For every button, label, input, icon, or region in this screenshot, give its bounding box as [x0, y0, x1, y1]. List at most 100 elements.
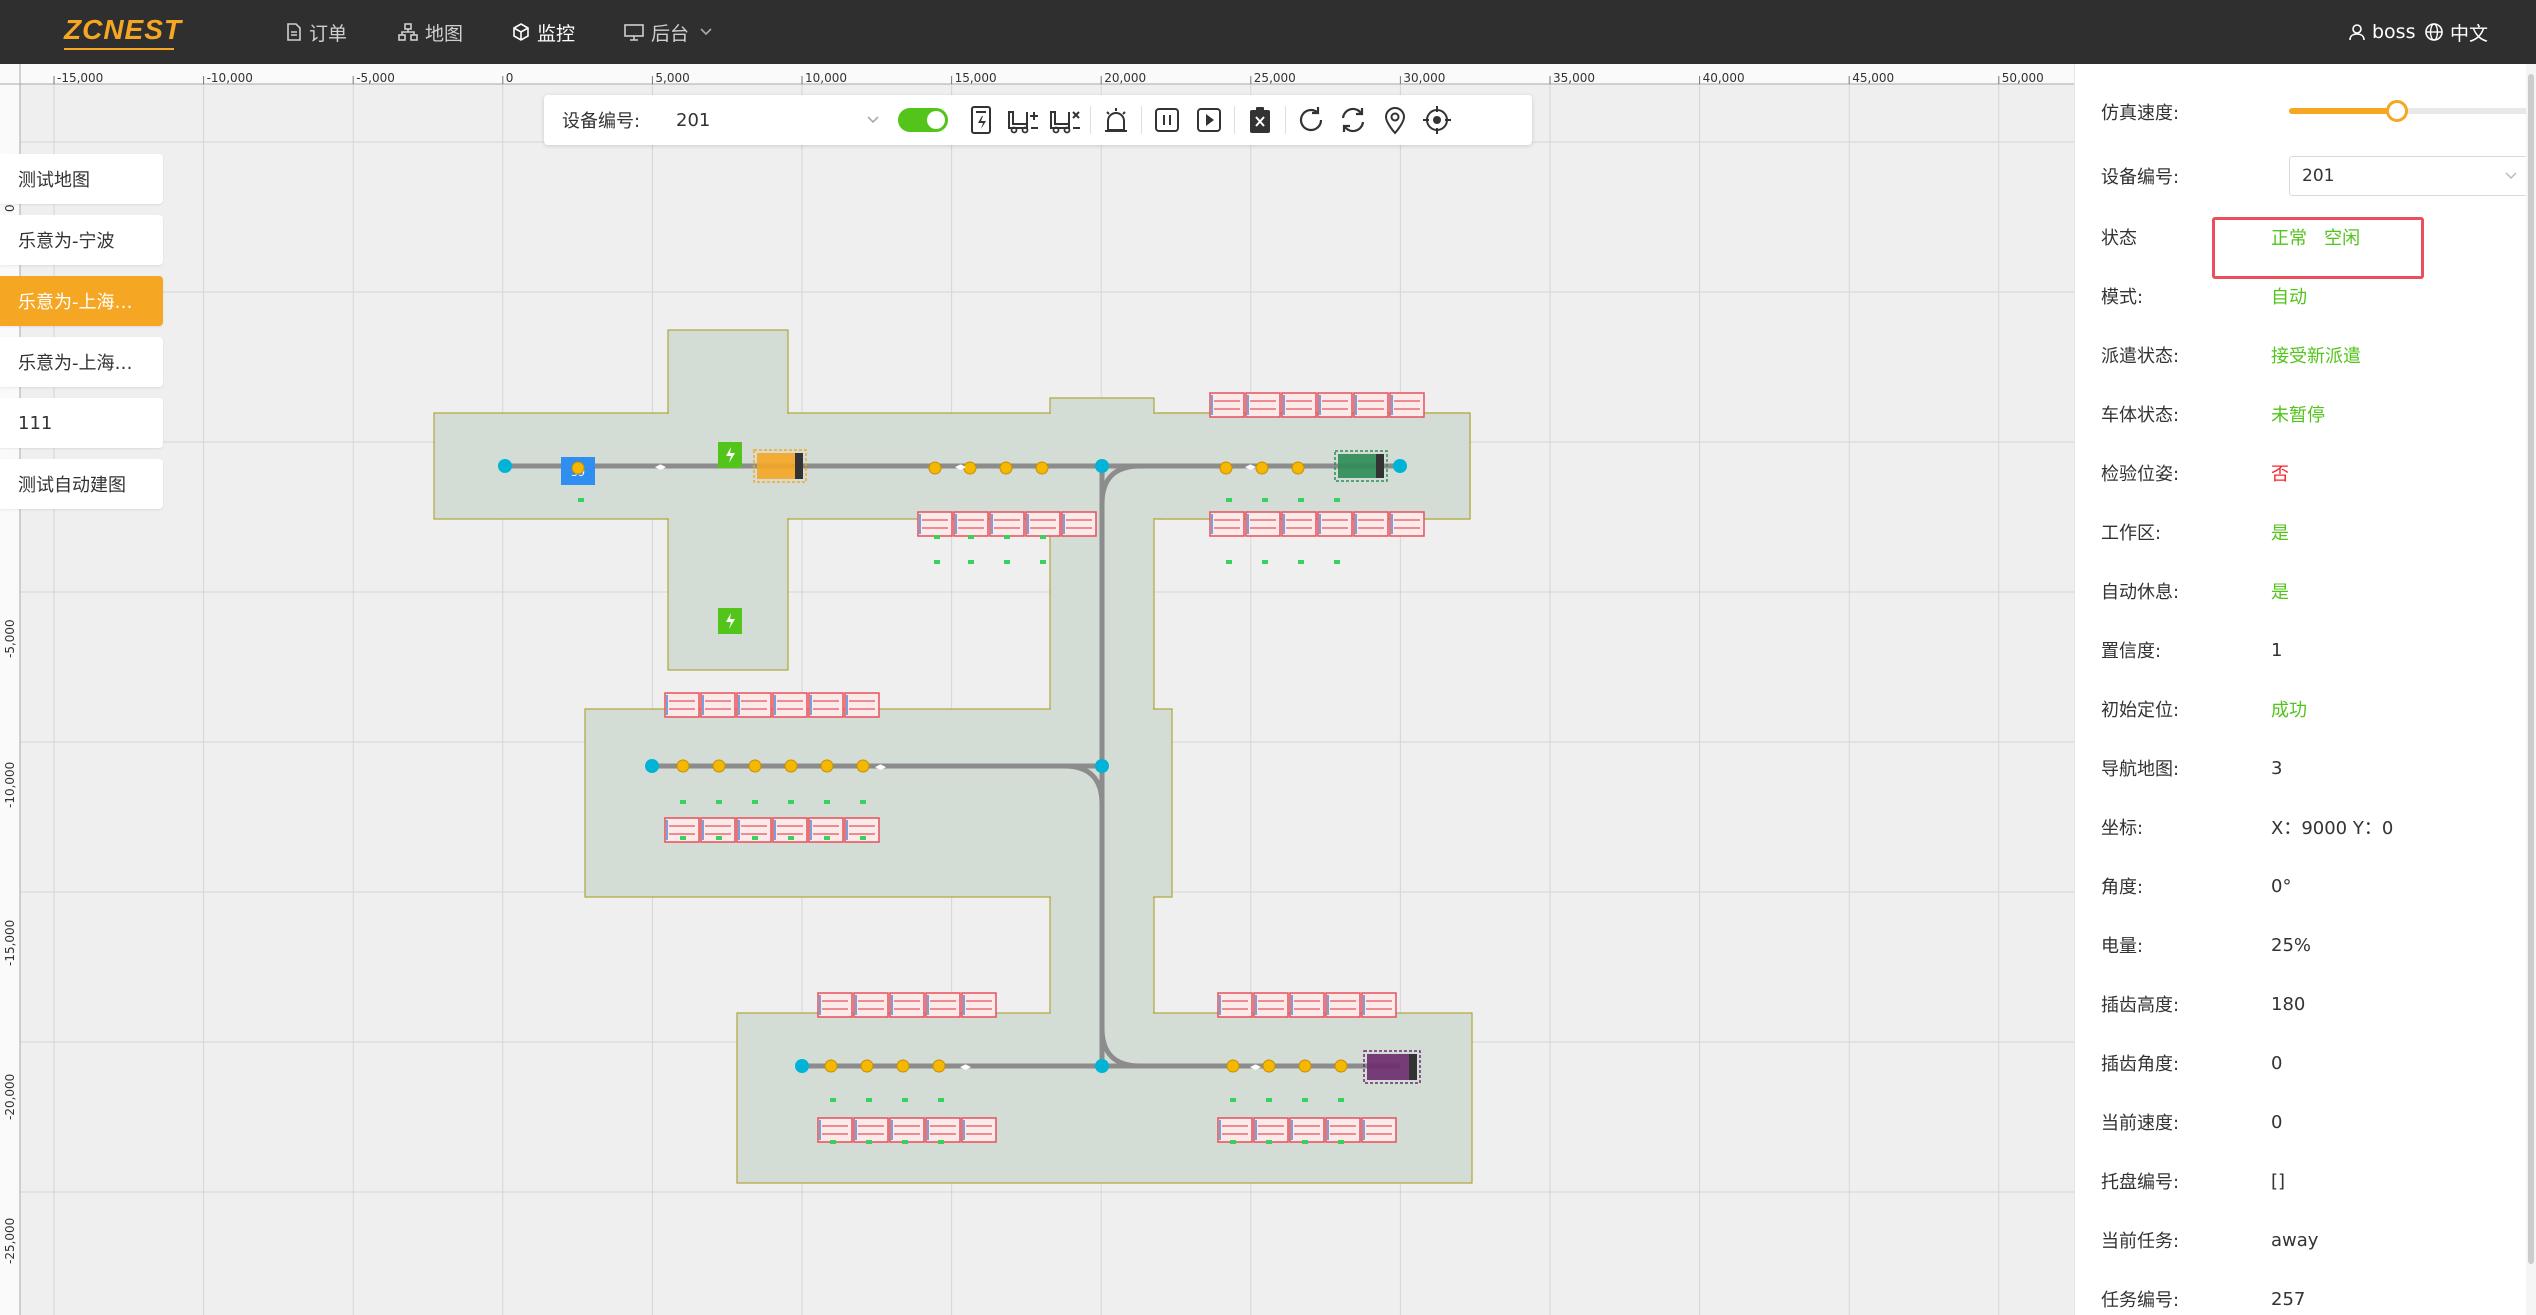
rack-cell: [853, 1117, 889, 1143]
fork-angle-value: 0: [2271, 1052, 2283, 1074]
redo-button[interactable]: [1290, 98, 1332, 142]
x-tick-label: 50,000: [2002, 71, 2044, 85]
initial-location-value: 成功: [2271, 700, 2307, 721]
pick-marker: [934, 560, 940, 564]
rack-cell: [1209, 392, 1245, 418]
nav-map-label: 导航地图:: [2101, 759, 2180, 780]
map-item-shanghai-2[interactable]: 乐意为-上海二…: [0, 337, 163, 387]
rack-cell: [1253, 992, 1289, 1018]
task-number-value: 257: [2271, 1288, 2306, 1310]
fork-height-label: 插齿高度:: [2101, 995, 2180, 1016]
pick-marker: [1338, 1098, 1344, 1102]
charging-station: [718, 442, 742, 468]
rack-cell: [1317, 392, 1353, 418]
rack-cell: [664, 692, 700, 718]
globe-icon: [2425, 23, 2443, 41]
device-select[interactable]: 201: [670, 103, 890, 137]
sim-speed-handle[interactable]: [2386, 100, 2409, 122]
map-item-ningbo[interactable]: 乐意为-宁波: [0, 215, 163, 265]
clear-icon: [1250, 107, 1270, 133]
pick-marker: [938, 1140, 944, 1144]
language-switch[interactable]: 中文: [2424, 0, 2488, 64]
map-item-test[interactable]: 测试地图: [0, 154, 163, 204]
battery-label: 电量:: [2101, 936, 2144, 957]
pick-marker: [830, 1140, 836, 1144]
map-item-auto-build[interactable]: 测试自动建图: [0, 459, 163, 509]
chevron-down-icon: [700, 28, 712, 36]
rack-cell: [1317, 511, 1353, 537]
storage-rack: [1217, 1117, 1397, 1143]
pause-icon: [1155, 108, 1179, 132]
scrollbar-thumb[interactable]: [2528, 74, 2534, 1264]
waypoint: [824, 1059, 838, 1073]
nav-backend[interactable]: 后台: [624, 0, 720, 64]
x-tick-label: 35,000: [1553, 71, 1595, 85]
work-area-row: 工作区: 是: [2101, 517, 2521, 547]
path-node: [1095, 1059, 1109, 1073]
waypoint: [1226, 1059, 1240, 1073]
pick-marker: [788, 800, 794, 804]
top-navigation-bar: ZCNEST 订单 地图 监控 后台 boss 中文: [0, 0, 2536, 64]
x-tick-label: 45,000: [1852, 71, 1894, 85]
forklift-remove-icon: [1050, 111, 1080, 134]
rack-cell: [1209, 511, 1245, 537]
body-status-label: 车体状态:: [2101, 405, 2180, 426]
x-ruler: [0, 64, 2074, 84]
pick-marker: [938, 1098, 944, 1102]
fork-height-value: 180: [2271, 993, 2306, 1015]
nav-map[interactable]: 地图: [398, 0, 463, 64]
waypoint: [1255, 461, 1269, 475]
sync-button[interactable]: [1332, 98, 1374, 142]
warehouse-map[interactable]: -15,000 -10,000 -5,000 0 5,000 10,000 15,000 20…: [0, 64, 2074, 1315]
auto-mode-toggle[interactable]: [898, 108, 948, 132]
nav-map-row: 导航地图: 3: [2101, 753, 2521, 783]
pick-marker: [968, 560, 974, 564]
y-tick-label: -15,000: [3, 920, 17, 966]
direction-arrow: ◂▸: [1245, 460, 1257, 473]
pick-marker: [866, 1140, 872, 1144]
rack-cell: [889, 992, 925, 1018]
alarm-button[interactable]: [1095, 98, 1137, 142]
waypoint: [571, 461, 585, 475]
confidence-row: 置信度: 1: [2101, 635, 2521, 665]
pick-marker: [1298, 498, 1304, 502]
nav-orders[interactable]: 订单: [286, 0, 347, 64]
location-button[interactable]: [1374, 98, 1416, 142]
map-canvas[interactable]: -15,000 -10,000 -5,000 0 5,000 10,000 15,000 20…: [0, 64, 2074, 1315]
pick-marker: [716, 836, 722, 840]
clear-button[interactable]: [1239, 98, 1281, 142]
play-icon: [1197, 108, 1221, 132]
map-item-shanghai-1[interactable]: 乐意为-上海一…: [0, 276, 163, 326]
rack-cell: [1361, 1117, 1397, 1143]
map-item-111[interactable]: 111: [0, 398, 163, 448]
remove-forklift-button[interactable]: [1044, 98, 1086, 142]
charge-button[interactable]: [960, 98, 1002, 142]
rack-cell: [953, 511, 989, 537]
play-button[interactable]: [1188, 98, 1230, 142]
user-menu[interactable]: boss: [2348, 0, 2415, 64]
pick-marker: [860, 836, 866, 840]
rack-cell: [961, 1117, 997, 1143]
storage-rack: [917, 511, 1097, 537]
target-button[interactable]: [1416, 98, 1458, 142]
direction-arrow: ◂▸: [875, 760, 887, 773]
initial-location-label: 初始定位:: [2101, 700, 2180, 721]
rack-cell: [808, 692, 844, 718]
add-forklift-button[interactable]: [1002, 98, 1044, 142]
pause-button[interactable]: [1146, 98, 1188, 142]
pick-marker: [1004, 535, 1010, 539]
x-tick-label: 0: [506, 71, 514, 85]
task-number-row: 任务编号: 257: [2101, 1284, 2521, 1314]
rack-cell: [1245, 511, 1281, 537]
panel-device-select[interactable]: 201: [2289, 156, 2531, 196]
user-icon: [2349, 24, 2365, 41]
waypoint: [896, 1059, 910, 1073]
page-scrollbar[interactable]: [2526, 64, 2536, 1315]
current-task-label: 当前任务:: [2101, 1231, 2180, 1252]
x-tick-label: 10,000: [805, 71, 847, 85]
nav-monitor[interactable]: 监控: [512, 0, 575, 64]
map-item-label: 乐意为-上海二…: [18, 353, 145, 374]
current-task-row: 当前任务: away: [2101, 1225, 2521, 1255]
pick-marker: [1040, 560, 1046, 564]
sim-speed-slider[interactable]: [2289, 100, 2535, 122]
